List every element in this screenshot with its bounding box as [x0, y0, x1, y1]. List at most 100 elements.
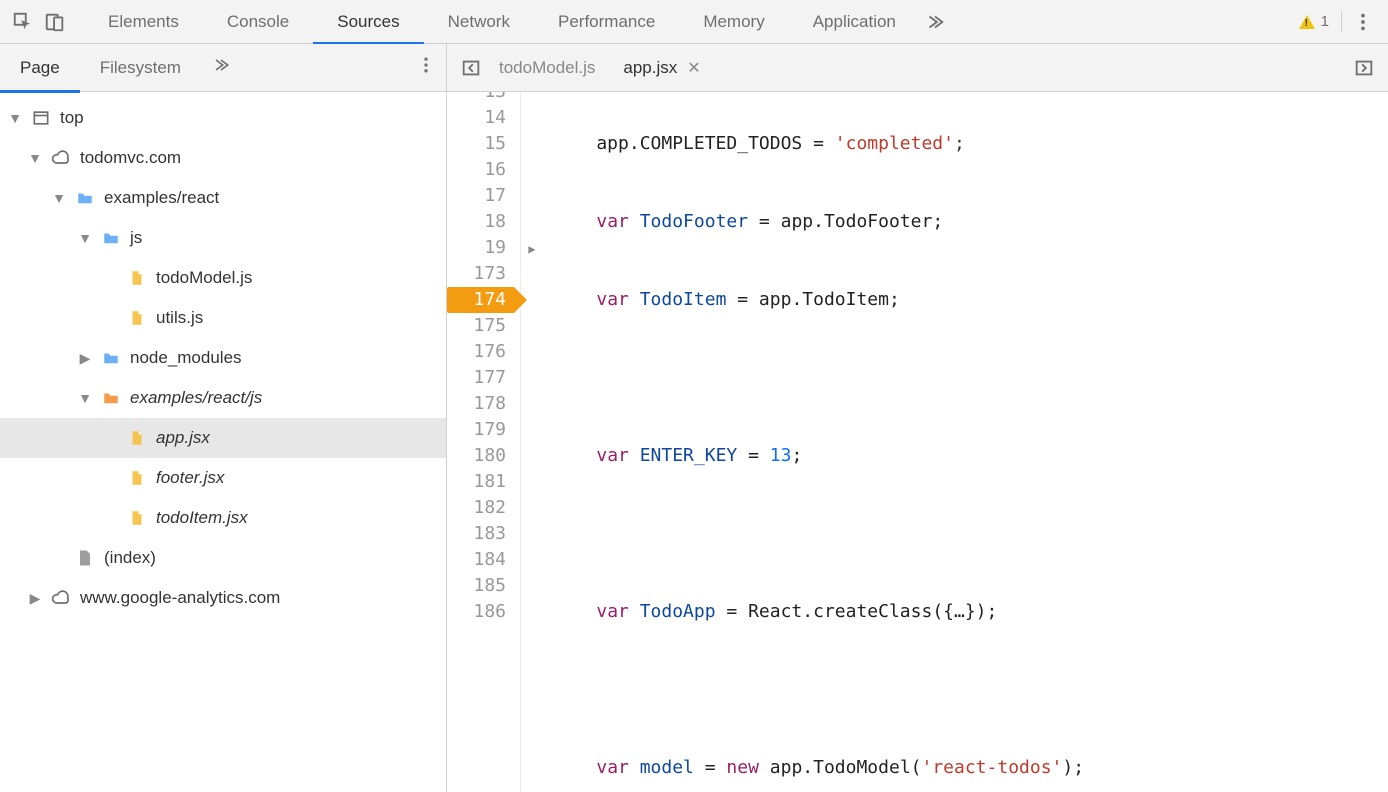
navigator-tab-page[interactable]: Page	[0, 44, 80, 92]
sources-navigator: Page Filesystem top todomvc.com examples…	[0, 44, 447, 792]
tree-label: todoItem.jsx	[156, 508, 248, 528]
fold-cell	[521, 209, 543, 235]
line-number[interactable]: 17	[447, 183, 514, 209]
tab-application[interactable]: Application	[789, 0, 920, 44]
folder-icon	[74, 187, 96, 209]
tab-memory[interactable]: Memory	[679, 0, 788, 44]
tree-label: app.jsx	[156, 428, 210, 448]
fold-cell	[521, 339, 543, 365]
tree-label: node_modules	[130, 348, 242, 368]
line-number[interactable]: 182	[447, 495, 514, 521]
line-number-gutter[interactable]: 1314151617181917317417517617717817918018…	[447, 92, 521, 792]
tree-label: top	[60, 108, 84, 128]
line-number[interactable]: 19	[447, 235, 514, 261]
line-number[interactable]: 180	[447, 443, 514, 469]
tree-folder-node-modules[interactable]: node_modules	[0, 338, 446, 378]
fold-cell	[521, 131, 543, 157]
tab-elements[interactable]: Elements	[84, 0, 203, 44]
file-icon	[126, 307, 148, 329]
line-number[interactable]: 13	[447, 92, 514, 105]
file-icon	[126, 427, 148, 449]
file-icon	[126, 467, 148, 489]
tree-file-todomodel-js[interactable]: todoModel.js	[0, 258, 446, 298]
line-number[interactable]: 18	[447, 209, 514, 235]
tree-frame-top[interactable]: top	[0, 98, 446, 138]
tree-folder-js[interactable]: js	[0, 218, 446, 258]
line-number[interactable]: 184	[447, 547, 514, 573]
line-number[interactable]: 15	[447, 131, 514, 157]
tab-network[interactable]: Network	[424, 0, 534, 44]
fold-cell	[521, 261, 543, 287]
tree-label: footer.jsx	[156, 468, 224, 488]
file-icon	[126, 267, 148, 289]
line-number[interactable]: 175	[447, 313, 514, 339]
tree-file-index[interactable]: (index)	[0, 538, 446, 578]
tree-label: (index)	[104, 548, 156, 568]
editor-tab-app-jsx[interactable]: app.jsx ✕	[623, 44, 700, 92]
inspect-icon[interactable]	[8, 7, 38, 37]
fold-cell	[521, 365, 543, 391]
devtools-top-toolbar: Elements Console Sources Network Perform…	[0, 0, 1388, 44]
warnings-badge[interactable]: 1	[1293, 13, 1335, 30]
device-toggle-icon[interactable]	[40, 7, 70, 37]
fold-gutter[interactable]	[521, 92, 543, 792]
tree-label: todoModel.js	[156, 268, 252, 288]
editor-tab-label: app.jsx	[623, 58, 677, 78]
line-number[interactable]: 174	[447, 287, 514, 313]
navigator-menu-icon[interactable]	[416, 55, 436, 81]
code-content[interactable]: app.COMPLETED_TODOS = 'completed'; var T…	[543, 92, 1171, 792]
file-icon	[126, 507, 148, 529]
tree-label: www.google-analytics.com	[80, 588, 280, 608]
tree-file-utils-js[interactable]: utils.js	[0, 298, 446, 338]
line-number[interactable]: 186	[447, 599, 514, 625]
tab-performance[interactable]: Performance	[534, 0, 679, 44]
fold-toggle-icon[interactable]	[521, 235, 543, 261]
devtools-panel-tabs: Elements Console Sources Network Perform…	[84, 0, 1293, 44]
line-number[interactable]: 178	[447, 391, 514, 417]
navigator-tab-filesystem[interactable]: Filesystem	[80, 44, 201, 92]
line-number[interactable]: 185	[447, 573, 514, 599]
tree-label: js	[130, 228, 142, 248]
tree-domain-todomvc[interactable]: todomvc.com	[0, 138, 446, 178]
line-number[interactable]: 181	[447, 469, 514, 495]
fold-cell	[521, 521, 543, 547]
tree-label: examples/react/js	[130, 388, 262, 408]
editor-file-tabs: todoModel.js app.jsx ✕	[499, 44, 701, 91]
tree-folder-examples-react[interactable]: examples/react	[0, 178, 446, 218]
line-number[interactable]: 16	[447, 157, 514, 183]
fold-cell	[521, 157, 543, 183]
line-number[interactable]: 179	[447, 417, 514, 443]
line-number[interactable]: 183	[447, 521, 514, 547]
line-number[interactable]: 176	[447, 339, 514, 365]
document-icon	[74, 547, 96, 569]
editor-tab-todomodel[interactable]: todoModel.js	[499, 44, 595, 92]
tree-domain-google-analytics[interactable]: www.google-analytics.com	[0, 578, 446, 618]
fold-cell	[521, 391, 543, 417]
tree-folder-examples-react-js[interactable]: examples/react/js	[0, 378, 446, 418]
navigator-tabs-overflow-icon[interactable]	[211, 55, 231, 81]
cloud-icon	[50, 587, 72, 609]
source-tree: top todomvc.com examples/react js todoMo	[0, 92, 446, 618]
close-icon[interactable]: ✕	[687, 58, 700, 78]
cloud-icon	[50, 147, 72, 169]
separator	[1341, 11, 1342, 33]
line-number[interactable]: 14	[447, 105, 514, 131]
fold-cell	[521, 105, 543, 131]
tree-file-footer-jsx[interactable]: footer.jsx	[0, 458, 446, 498]
source-editor: todoModel.js app.jsx ✕ 13141516171819173…	[447, 44, 1388, 792]
folder-icon	[100, 227, 122, 249]
line-number[interactable]: 177	[447, 365, 514, 391]
tree-label: examples/react	[104, 188, 219, 208]
devtools-menu-icon[interactable]	[1348, 7, 1378, 37]
tabs-overflow-icon[interactable]	[920, 7, 950, 37]
tab-sources[interactable]: Sources	[313, 0, 423, 44]
tree-label: todomvc.com	[80, 148, 181, 168]
tree-file-todoitem-jsx[interactable]: todoItem.jsx	[0, 498, 446, 538]
fold-cell	[521, 547, 543, 573]
navigator-toggle-icon[interactable]	[457, 54, 485, 82]
tree-file-app-jsx[interactable]: app.jsx	[0, 418, 446, 458]
debugger-toggle-icon[interactable]	[1350, 54, 1378, 82]
line-number[interactable]: 173	[447, 261, 514, 287]
tab-console[interactable]: Console	[203, 0, 313, 44]
folder-icon	[100, 387, 122, 409]
